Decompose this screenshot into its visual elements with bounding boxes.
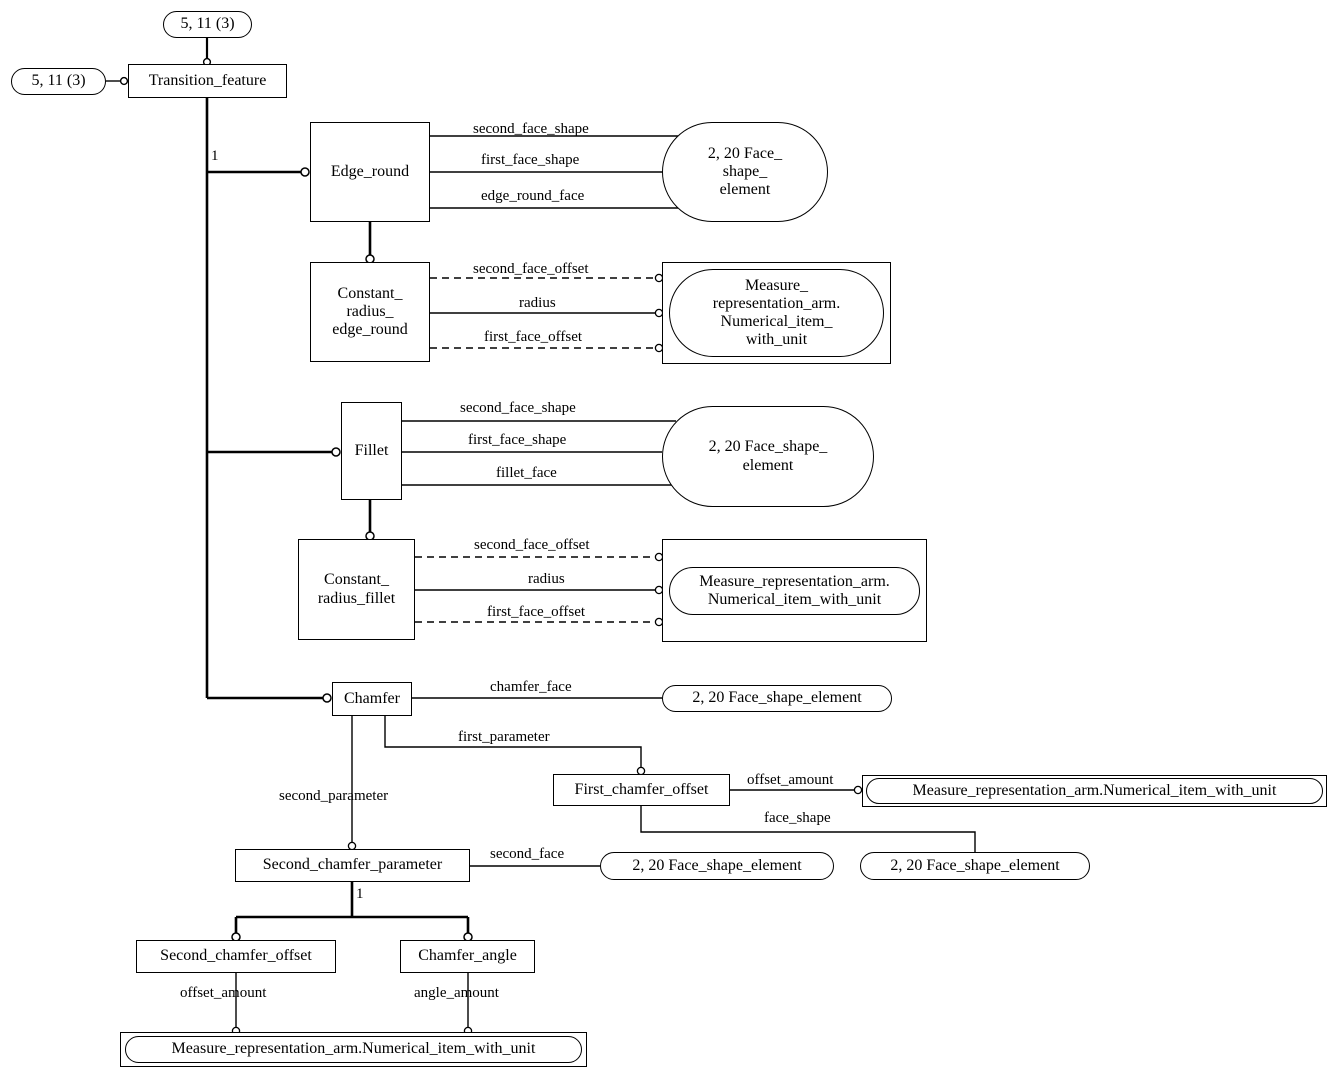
ref-face-shape-element-fillet[interactable]: 2, 20 Face_shape_ element [662,406,874,507]
attr-label-second-face-offset-fillet: second_face_offset [474,537,590,553]
ref-measure-bottom-frame: Measure_representation_arm.Numerical_ite… [120,1032,587,1067]
attr-label-offset-amount-second: offset_amount [180,985,267,1001]
attr-label-second-parameter: second_parameter [279,788,389,804]
ref-measure-first-offset[interactable]: Measure_representation_arm.Numerical_ite… [866,778,1323,804]
attr-label-edge-round-face: edge_round_face [481,188,585,204]
attr-label-first-face-shape-edge-round: first_face_shape [481,152,580,168]
attr-label-radius-edge-round: radius [519,295,556,311]
ref-measure-edge-round-frame: Measure_ representation_arm. Numerical_i… [662,262,891,364]
attr-label-first-parameter: first_parameter [458,729,550,745]
attr-label-first-face-offset-edge-round: first_face_offset [484,329,583,345]
ref-measure-fillet[interactable]: Measure_representation_arm. Numerical_it… [669,567,920,615]
attr-label-second-face-shape-fillet: second_face_shape [460,400,576,416]
entity-transition-feature[interactable]: Transition_feature [128,64,287,98]
ref-face-shape-element-edge-round[interactable]: 2, 20 Face_ shape_ element [662,122,828,222]
entity-constant-radius-edge-round[interactable]: Constant_ radius_ edge_round [310,262,430,362]
ref-measure-edge-round[interactable]: Measure_ representation_arm. Numerical_i… [669,269,884,357]
attr-label-offset-amount-first: offset_amount [747,772,834,788]
entity-constant-radius-fillet[interactable]: Constant_ radius_fillet [298,539,415,640]
ref-measure-fillet-frame: Measure_representation_arm. Numerical_it… [662,539,927,642]
attr-label-second-face-offset-edge-round: second_face_offset [473,261,589,277]
entity-edge-round[interactable]: Edge_round [310,122,430,222]
attr-label-second-face: second_face [490,846,565,862]
ref-face-shape-element-face-shape[interactable]: 2, 20 Face_shape_element [860,852,1090,880]
entity-first-chamfer-offset[interactable]: First_chamfer_offset [553,774,730,806]
attr-label-face-shape: face_shape [764,810,831,826]
entity-chamfer[interactable]: Chamfer [332,682,412,716]
entity-chamfer-angle[interactable]: Chamfer_angle [400,940,535,973]
attr-label-radius-fillet: radius [528,571,565,587]
attr-label-chamfer-face: chamfer_face [490,679,572,695]
page-ref-left: 5, 11 (3) [11,68,106,95]
page-ref-top: 5, 11 (3) [163,11,252,38]
ref-face-shape-element-second-face[interactable]: 2, 20 Face_shape_element [600,852,834,880]
ref-face-shape-element-chamfer[interactable]: 2, 20 Face_shape_element [662,685,892,712]
entity-fillet[interactable]: Fillet [341,402,402,500]
attr-label-first-face-offset-fillet: first_face_offset [487,604,586,620]
ref-measure-bottom[interactable]: Measure_representation_arm.Numerical_ite… [125,1036,582,1063]
attr-label-first-face-shape-fillet: first_face_shape [468,432,567,448]
attr-label-fillet-face: fillet_face [496,465,557,481]
cardinality-second-chamfer-parameter: 1 [356,886,364,902]
cardinality-transition-feature: 1 [211,148,219,164]
entity-second-chamfer-parameter[interactable]: Second_chamfer_parameter [235,849,470,882]
attr-label-second-face-shape-edge-round: second_face_shape [473,121,589,137]
ref-measure-first-offset-frame: Measure_representation_arm.Numerical_ite… [862,775,1327,807]
entity-second-chamfer-offset[interactable]: Second_chamfer_offset [136,940,336,973]
express-g-diagram: 5, 11 (3) 5, 11 (3) Transition_feature E… [0,0,1333,1077]
attr-label-angle-amount: angle_amount [414,985,499,1001]
